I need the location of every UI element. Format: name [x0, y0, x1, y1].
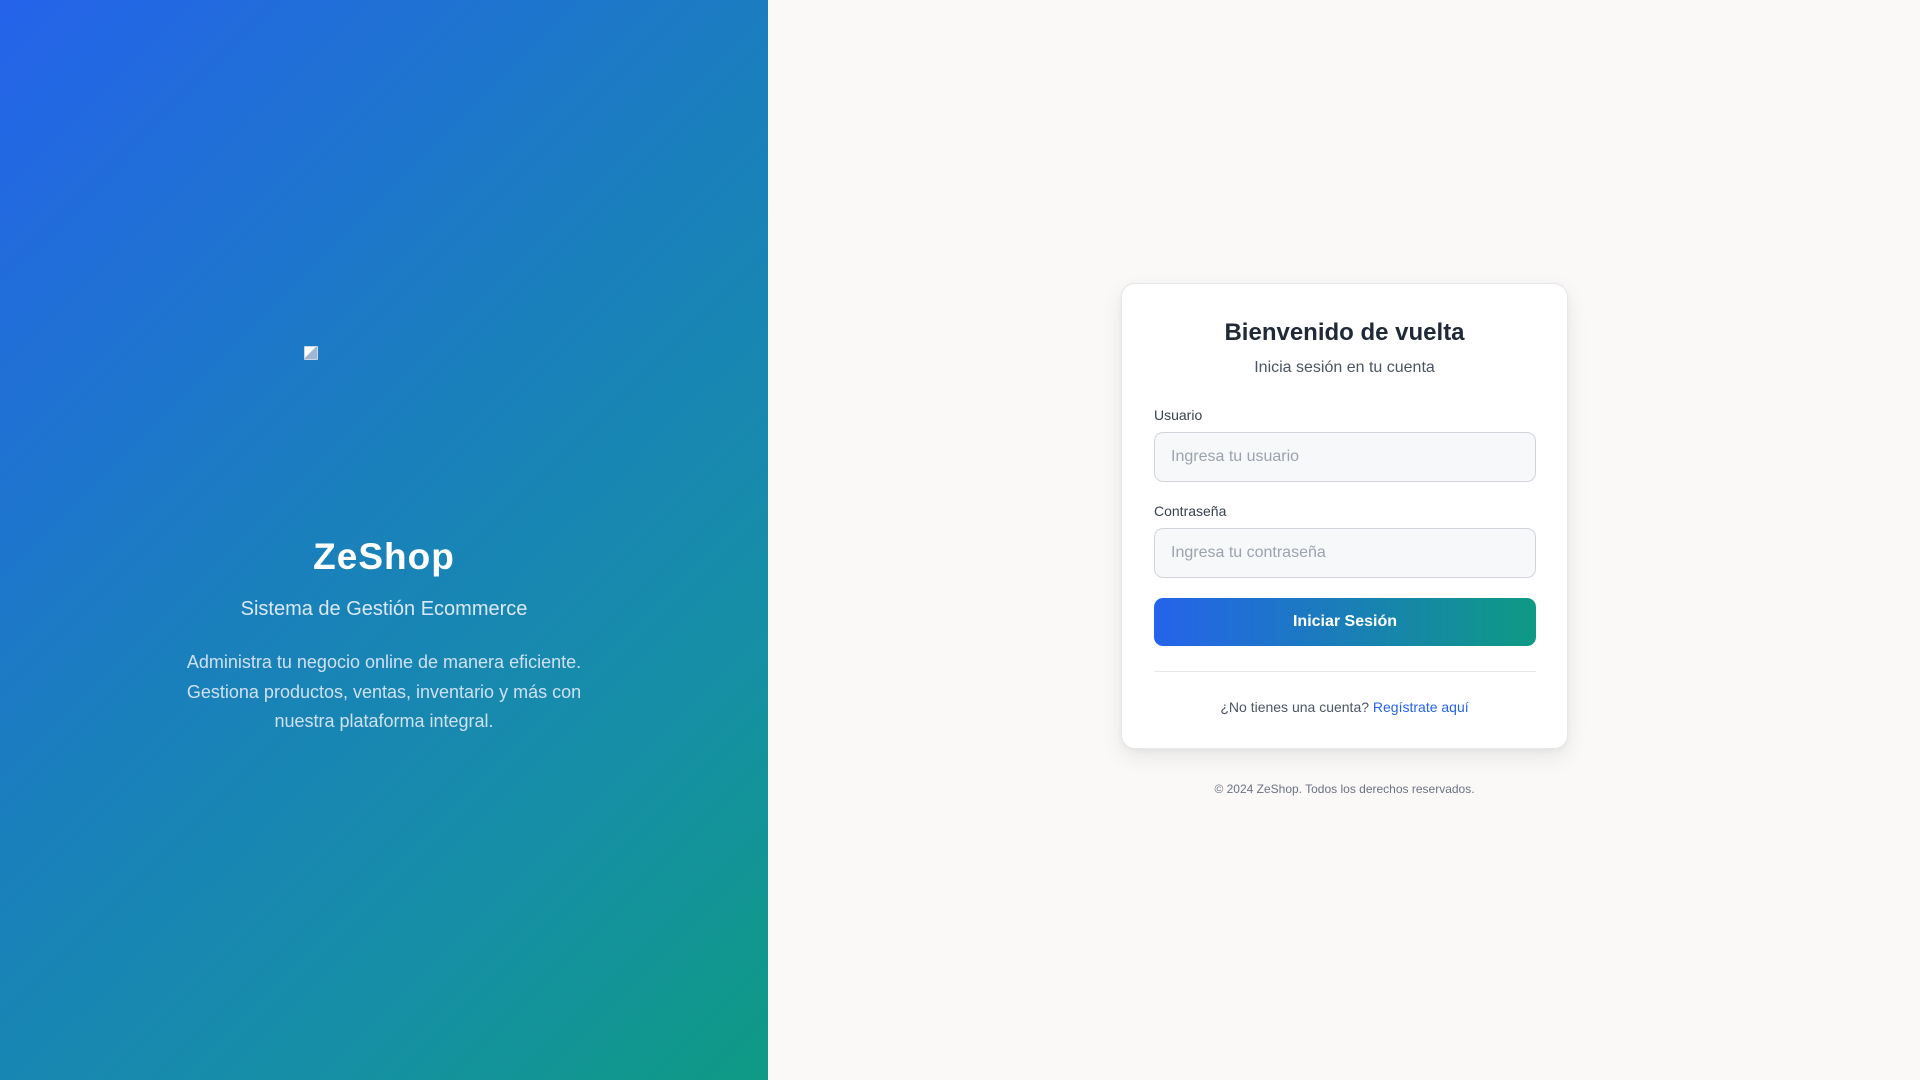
password-input[interactable]: [1154, 528, 1536, 578]
footer-copyright: © 2024 ZeShop. Todos los derechos reserv…: [1214, 782, 1475, 796]
brand-name: ZeShop: [313, 536, 455, 577]
brand-description: Administra tu negocio online de manera e…: [186, 652, 582, 731]
brand-text: ZeShop Sistema de Gestión Ecommerce Admi…: [0, 530, 768, 737]
username-label: Usuario: [1154, 407, 1203, 423]
register-row: ¿No tienes una cuenta? Regístrate aquí: [1154, 698, 1535, 716]
login-card: Bienvenido de vuelta Inicia sesión en tu…: [1121, 283, 1568, 749]
app-root: ZeShop Sistema de Gestión Ecommerce Admi…: [0, 0, 1920, 1080]
broken-image-icon: [304, 346, 318, 360]
register-prompt: ¿No tienes una cuenta?: [1220, 699, 1373, 715]
brand-tagline: Sistema de Gestión Ecommerce: [240, 598, 528, 620]
password-field-group: Contraseña: [1154, 502, 1536, 578]
login-button[interactable]: Iniciar Sesión: [1154, 598, 1536, 646]
username-input[interactable]: [1154, 432, 1536, 482]
login-title: Bienvenido de vuelta: [1224, 319, 1465, 346]
brand-panel: ZeShop Sistema de Gestión Ecommerce Admi…: [0, 0, 768, 1080]
username-field-group: Usuario: [1154, 406, 1536, 482]
brand-logo: [304, 346, 320, 362]
password-label: Contraseña: [1154, 503, 1227, 519]
register-link[interactable]: Regístrate aquí: [1373, 699, 1469, 715]
divider: [1154, 671, 1536, 672]
login-subtitle: Inicia sesión en tu cuenta: [1254, 359, 1435, 376]
login-panel: Bienvenido de vuelta Inicia sesión en tu…: [768, 0, 1920, 1080]
